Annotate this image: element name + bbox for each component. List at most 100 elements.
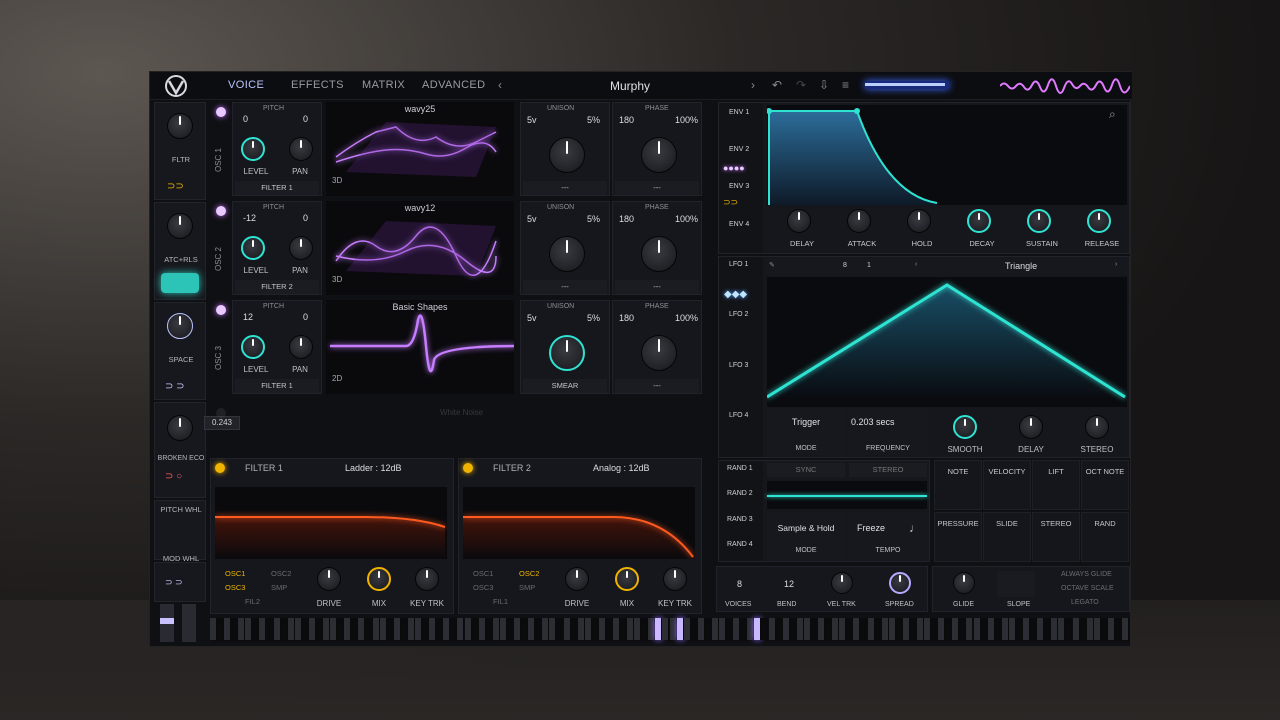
osc-2-pan-knob[interactable]: [289, 236, 313, 260]
piano-key[interactable]: [641, 618, 649, 640]
piano-key[interactable]: [549, 618, 557, 640]
piano-key[interactable]: [761, 618, 769, 640]
piano-key[interactable]: [867, 618, 875, 640]
piano-key[interactable]: [683, 618, 691, 640]
osc-1-phase-random[interactable]: 100%: [675, 115, 698, 125]
piano-key[interactable]: [521, 618, 529, 640]
lfo-delay-knob[interactable]: [1019, 415, 1043, 439]
piano-key[interactable]: [457, 618, 465, 640]
piano-key[interactable]: [959, 618, 967, 640]
piano-key[interactable]: [860, 618, 868, 640]
osc-2-phase-random[interactable]: 100%: [675, 214, 698, 224]
osc-3-pan-knob[interactable]: [289, 335, 313, 359]
vel-trk-knob[interactable]: [831, 572, 853, 594]
tab-rand-3[interactable]: RAND 3: [727, 516, 753, 523]
piano-key[interactable]: [1107, 618, 1115, 640]
lfo-frequency[interactable]: 0.203 secs FREQUENCY: [849, 409, 927, 455]
piano-keyboard[interactable]: [210, 618, 1130, 642]
piano-key[interactable]: [231, 618, 239, 640]
lfo-grid-left[interactable]: 8: [843, 262, 847, 269]
piano-key[interactable]: [1058, 618, 1066, 640]
osc-2-phase-value[interactable]: 180: [619, 214, 634, 224]
osc-3-filter-dest[interactable]: FILTER 1: [235, 379, 319, 393]
piano-key[interactable]: [252, 618, 260, 640]
lfo-mode[interactable]: Trigger MODE: [767, 409, 845, 455]
env-2-mod-dots[interactable]: ●●●●: [723, 158, 759, 173]
piano-key[interactable]: [782, 618, 790, 640]
piano-key[interactable]: [669, 618, 677, 640]
piano-key[interactable]: [825, 618, 833, 640]
osc-2-phase-knob[interactable]: [641, 236, 677, 272]
tab-rand-4[interactable]: RAND 4: [727, 541, 753, 548]
piano-key[interactable]: [436, 618, 444, 640]
piano-key[interactable]: [358, 618, 366, 640]
tab-voice[interactable]: VOICE: [228, 79, 264, 91]
piano-key[interactable]: [704, 618, 712, 640]
filter-1-mix-knob[interactable]: [367, 567, 391, 591]
piano-key[interactable]: [874, 618, 882, 640]
piano-key[interactable]: [987, 618, 995, 640]
osc-3-detune-knob[interactable]: [549, 335, 585, 371]
osc-1-unison-mode[interactable]: ---: [523, 181, 607, 195]
tab-env-4[interactable]: ENV 4: [729, 221, 749, 228]
tab-advanced[interactable]: ADVANCED: [422, 79, 486, 91]
tab-matrix[interactable]: MATRIX: [362, 79, 405, 91]
piano-key[interactable]: [1079, 618, 1087, 640]
filter-2-key-trk-knob[interactable]: [663, 567, 687, 591]
piano-key[interactable]: [803, 618, 811, 640]
piano-key[interactable]: [330, 618, 338, 640]
piano-key[interactable]: [648, 618, 656, 640]
filter-2-drive-knob[interactable]: [565, 567, 589, 591]
piano-key[interactable]: [740, 618, 748, 640]
osc-2-unison-voices[interactable]: 5v: [527, 214, 537, 224]
env-3-mod-icon[interactable]: ⊃⊃: [723, 197, 738, 208]
piano-key[interactable]: [789, 618, 797, 640]
piano-key[interactable]: [1023, 618, 1031, 640]
filter-2-route-osc1[interactable]: OSC1: [473, 569, 493, 578]
voices-value[interactable]: 8: [737, 579, 742, 589]
macro-4-mod-icon[interactable]: ⊃ ○: [165, 471, 182, 482]
piano-key[interactable]: [980, 618, 988, 640]
osc-1-pan-knob[interactable]: [289, 137, 313, 161]
piano-key[interactable]: [528, 618, 536, 640]
piano-key[interactable]: [400, 618, 408, 640]
piano-key[interactable]: [994, 618, 1002, 640]
osc-3-enable-toggle[interactable]: [216, 305, 226, 315]
osc-3-unison-blend[interactable]: 5%: [587, 313, 600, 323]
osc-2-unison-mode[interactable]: ---: [523, 280, 607, 294]
osc-2-unison-blend[interactable]: 5%: [587, 214, 600, 224]
osc-3-phase-value[interactable]: 180: [619, 313, 634, 323]
piano-key[interactable]: [1001, 618, 1009, 640]
piano-key[interactable]: [563, 618, 571, 640]
mod-source-rand[interactable]: RAND: [1081, 512, 1129, 562]
legato-toggle[interactable]: LEGATO: [1071, 599, 1099, 606]
octave-scale-toggle[interactable]: OCTAVE SCALE: [1061, 585, 1114, 592]
env-sustain-knob[interactable]: [1027, 209, 1051, 233]
piano-key[interactable]: [612, 618, 620, 640]
piano-key[interactable]: [351, 618, 359, 640]
piano-key[interactable]: [259, 618, 267, 640]
mod-source-velocity[interactable]: VELOCITY: [983, 460, 1031, 510]
filter-2-mix-knob[interactable]: [615, 567, 639, 591]
piano-key[interactable]: [711, 618, 719, 640]
piano-key[interactable]: [365, 618, 373, 640]
piano-key[interactable]: [337, 618, 345, 640]
macro-3-knob[interactable]: [167, 313, 193, 339]
lfo-shape-name[interactable]: Triangle: [1005, 261, 1037, 271]
env-release-knob[interactable]: [1087, 209, 1111, 233]
osc-3-distortion-type[interactable]: ---: [615, 379, 699, 393]
piano-key[interactable]: [379, 618, 387, 640]
macro-3-mod-icon[interactable]: ⊃ ⊃: [165, 381, 185, 392]
piano-key[interactable]: [973, 618, 981, 640]
osc-2-tune[interactable]: 0: [303, 213, 308, 223]
piano-key[interactable]: [719, 618, 727, 640]
piano-key[interactable]: [690, 618, 698, 640]
osc-1-detune-knob[interactable]: [549, 137, 585, 173]
piano-key[interactable]: [888, 618, 896, 640]
filter-2-route-osc2[interactable]: OSC2: [519, 569, 539, 578]
piano-key[interactable]: [287, 618, 295, 640]
piano-key[interactable]: [308, 618, 316, 640]
piano-key[interactable]: [598, 618, 606, 640]
filter-1-route-fil2[interactable]: FIL2: [245, 597, 260, 606]
spread-knob[interactable]: [889, 572, 911, 594]
